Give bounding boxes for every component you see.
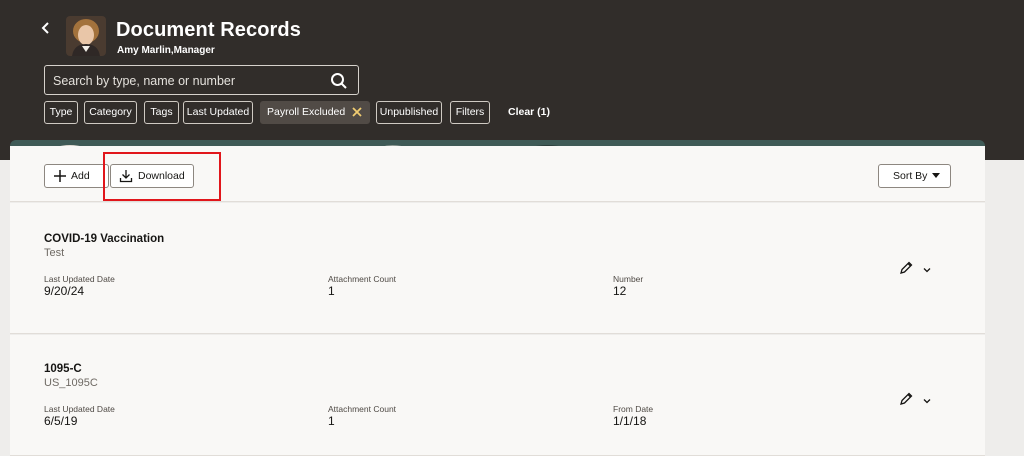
filter-chip-type[interactable]: Type (44, 101, 78, 124)
chevron-down-icon[interactable] (922, 265, 932, 275)
field-label: Last Updated Date (44, 404, 115, 414)
download-button-label: Download (138, 170, 185, 182)
edit-icon[interactable] (898, 260, 914, 276)
person-name: Amy Marlin,Manager (117, 45, 215, 56)
sort-by-label: Sort By (893, 170, 928, 182)
page-title: Document Records (116, 19, 301, 41)
sort-by-button[interactable]: Sort By (878, 164, 951, 188)
filter-chip-tags[interactable]: Tags (144, 101, 179, 124)
close-icon[interactable] (351, 106, 363, 118)
avatar (66, 16, 106, 56)
record-card[interactable]: COVID-19 Vaccination Test Last Updated D… (10, 203, 985, 334)
back-icon[interactable] (40, 20, 56, 40)
add-icon (54, 170, 66, 182)
field-value: 9/20/24 (44, 284, 85, 298)
clear-filters-link[interactable]: Clear (1) (508, 106, 550, 118)
filter-chip-filters[interactable]: Filters (450, 101, 490, 124)
field-value: 1 (328, 284, 335, 298)
page-header: Document Records Amy Marlin,Manager Type… (0, 0, 1024, 160)
download-icon (119, 170, 133, 183)
edit-icon[interactable] (898, 391, 914, 407)
caret-down-icon (932, 173, 940, 178)
field-value: 1/1/18 (613, 414, 647, 428)
field-label: Number (613, 274, 644, 284)
search-input[interactable] (53, 72, 323, 90)
field-value: 12 (613, 284, 627, 298)
toolbar: Add Download Sort By (10, 146, 985, 202)
record-title[interactable]: 1095-C (44, 363, 82, 375)
search-icon[interactable] (330, 72, 348, 90)
filter-chip-unpublished[interactable]: Unpublished (376, 101, 442, 124)
download-button[interactable]: Download (110, 164, 194, 188)
field-label: Attachment Count (328, 404, 397, 414)
record-subtitle: Test (44, 247, 65, 259)
field-label: Last Updated Date (44, 274, 115, 284)
add-button-label: Add (71, 170, 90, 182)
field-label: From Date (613, 404, 654, 414)
field-value: 6/5/19 (44, 414, 78, 428)
record-title[interactable]: COVID-19 Vaccination (44, 233, 164, 245)
filter-chip-category[interactable]: Category (84, 101, 137, 124)
add-button[interactable]: Add (44, 164, 109, 188)
filter-chip-label: Payroll Excluded (267, 106, 346, 118)
filter-chip-payroll-excluded[interactable]: Payroll Excluded (260, 101, 370, 124)
field-value: 1 (328, 414, 335, 428)
search-box (44, 65, 359, 95)
filter-chip-last-updated[interactable]: Last Updated (183, 101, 253, 124)
chevron-down-icon[interactable] (922, 396, 932, 406)
record-card[interactable]: 1095-C US_1095C Last Updated Date 6/5/19… (10, 335, 985, 456)
record-subtitle: US_1095C (44, 377, 98, 389)
field-label: Attachment Count (328, 274, 397, 284)
